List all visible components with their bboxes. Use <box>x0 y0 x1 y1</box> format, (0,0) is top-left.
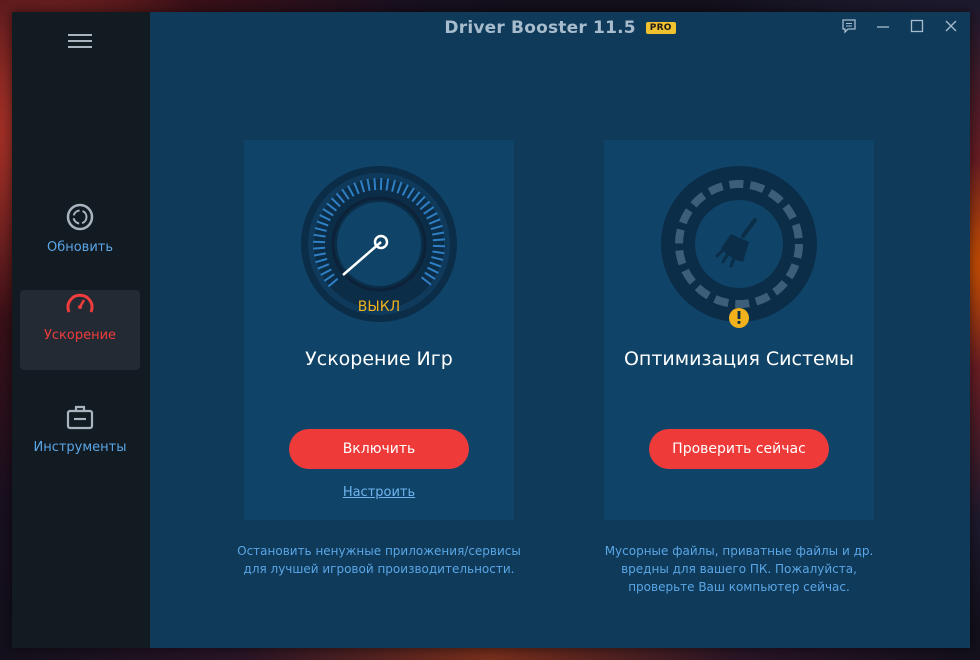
broom-gauge-icon <box>661 166 817 328</box>
system-optimize-title: Оптимизация Системы <box>623 348 855 370</box>
window-controls <box>838 18 962 38</box>
app-version: .5 <box>617 18 636 38</box>
description-line: Мусорные файлы, приватные файлы и др. <box>604 544 874 558</box>
app-title-text: Driver Booster 11 <box>444 18 618 38</box>
maximize-icon[interactable] <box>906 18 928 38</box>
description-line: проверьте Ваш компьютер сейчас. <box>628 580 850 594</box>
game-boost-title: Ускорение Игр <box>305 348 453 370</box>
speed-gauge-icon: ВЫКЛ <box>301 166 457 322</box>
menu-icon[interactable] <box>68 34 92 50</box>
system-optimize-description: Мусорные файлы, приватные файлы и др. вр… <box>589 542 889 596</box>
pro-badge: PRO <box>645 22 676 34</box>
game-boost-card: ВЫКЛ Ускорение Игр Включить Настроить <box>244 140 514 520</box>
gauge-tick <box>432 238 445 242</box>
game-boost-description: Остановить ненужные приложения/сервисы д… <box>229 542 529 578</box>
check-now-button[interactable]: Проверить сейчас <box>649 429 829 469</box>
description-line: вредны для вашего ПК. Пожалуйста, <box>621 562 857 576</box>
description-line: Остановить ненужные приложения/сервисы <box>237 544 521 558</box>
sidebar-item-label: Инструменты <box>33 440 127 455</box>
sidebar-item-boost[interactable]: Ускорение <box>20 290 140 370</box>
gauge-tick <box>373 178 377 191</box>
refresh-icon <box>66 203 94 231</box>
sidebar-item-label: Ускорение <box>43 328 117 343</box>
sidebar: Обновить Ускорение Инструменты <box>12 12 150 648</box>
description-line: для лучшей игровой производительности. <box>243 562 515 576</box>
sidebar-item-label: Обновить <box>46 240 114 255</box>
toolbox-icon <box>66 405 94 430</box>
app-window: Обновить Ускорение Инструменты Driver Bo… <box>12 12 970 648</box>
boost-status: ВЫКЛ <box>358 299 400 315</box>
sidebar-item-update[interactable]: Обновить <box>20 202 140 282</box>
main-panel: Driver Booster 11.5 PRO ВЫКЛ Ускорение И… <box>150 12 970 648</box>
configure-link[interactable]: Настроить <box>244 485 514 500</box>
gauge-tick <box>313 246 326 250</box>
enable-boost-button[interactable]: Включить <box>289 429 469 469</box>
speedometer-icon <box>66 293 94 313</box>
close-icon[interactable] <box>940 18 962 38</box>
minimize-icon[interactable] <box>872 18 894 38</box>
feedback-icon[interactable] <box>838 18 860 38</box>
system-optimize-card: Оптимизация Системы Проверить сейчас <box>604 140 874 520</box>
sidebar-item-tools[interactable]: Инструменты <box>20 402 140 482</box>
